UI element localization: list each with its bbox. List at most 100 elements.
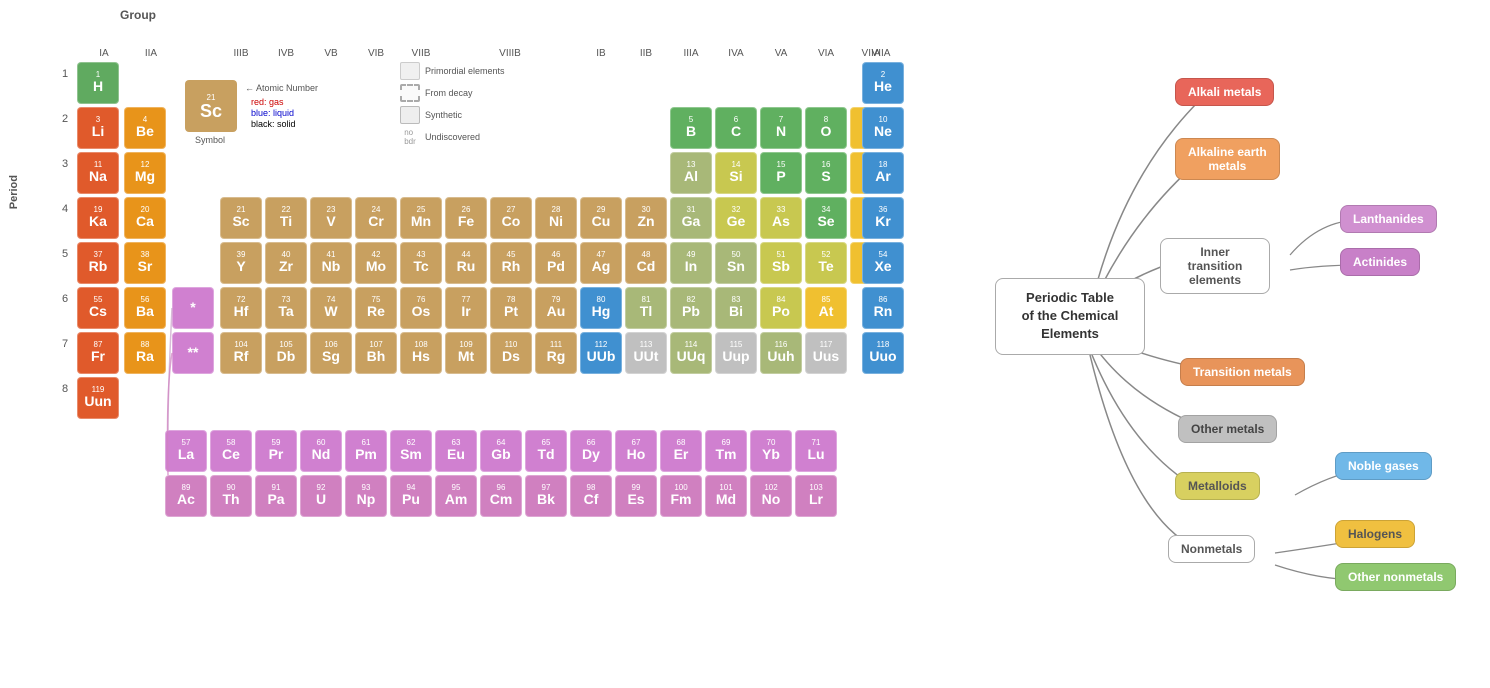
element-Tm[interactable]: 69Tm — [705, 430, 747, 472]
element-UUq[interactable]: 114UUq — [670, 332, 712, 374]
element-Eu[interactable]: 63Eu — [435, 430, 477, 472]
element-Ho[interactable]: 67Ho — [615, 430, 657, 472]
node-alkali-metals[interactable]: Alkali metals — [1175, 78, 1274, 106]
element-Lu[interactable]: 71Lu — [795, 430, 837, 472]
element-Po[interactable]: 84Po — [760, 287, 802, 329]
element-UUt[interactable]: 113UUt — [625, 332, 667, 374]
element-Au[interactable]: 79Au — [535, 287, 577, 329]
element-Bh[interactable]: 107Bh — [355, 332, 397, 374]
element-Co[interactable]: 27Co — [490, 197, 532, 239]
element-Na[interactable]: 11Na — [77, 152, 119, 194]
element-Mg[interactable]: 12Mg — [124, 152, 166, 194]
element-Cu[interactable]: 29Cu — [580, 197, 622, 239]
element-Fr[interactable]: 87Fr — [77, 332, 119, 374]
element-Uup[interactable]: 115Uup — [715, 332, 757, 374]
element-Cd[interactable]: 48Cd — [625, 242, 667, 284]
element-Y[interactable]: 39Y — [220, 242, 262, 284]
element-Re[interactable]: 75Re — [355, 287, 397, 329]
element-Pu[interactable]: 94Pu — [390, 475, 432, 517]
element-Sc[interactable]: 21Sc — [220, 197, 262, 239]
element-Os[interactable]: 76Os — [400, 287, 442, 329]
element-Ce[interactable]: 58Ce — [210, 430, 252, 472]
node-metalloids[interactable]: Metalloids — [1175, 472, 1260, 500]
element-Md[interactable]: 101Md — [705, 475, 747, 517]
element-Ar[interactable]: 18Ar — [862, 152, 904, 194]
element-Be[interactable]: 4Be — [124, 107, 166, 149]
element-Zr[interactable]: 40Zr — [265, 242, 307, 284]
element-Mo[interactable]: 42Mo — [355, 242, 397, 284]
element-Ba[interactable]: 56Ba — [124, 287, 166, 329]
element-Rh[interactable]: 45Rh — [490, 242, 532, 284]
element-N[interactable]: 7N — [760, 107, 802, 149]
element-Pb[interactable]: 82Pb — [670, 287, 712, 329]
element-Pa[interactable]: 91Pa — [255, 475, 297, 517]
element-Cs[interactable]: 55Cs — [77, 287, 119, 329]
element-Fe[interactable]: 26Fe — [445, 197, 487, 239]
element-Lr[interactable]: 103Lr — [795, 475, 837, 517]
element-Es[interactable]: 99Es — [615, 475, 657, 517]
element-Ge[interactable]: 32Ge — [715, 197, 757, 239]
element-Tl[interactable]: 81Tl — [625, 287, 667, 329]
element-Se[interactable]: 34Se — [805, 197, 847, 239]
element-La[interactable]: 57La — [165, 430, 207, 472]
element-Hf[interactable]: 72Hf — [220, 287, 262, 329]
center-node[interactable]: Periodic Tableof the ChemicalElements — [995, 278, 1145, 355]
element-Sn[interactable]: 50Sn — [715, 242, 757, 284]
element-Sm[interactable]: 62Sm — [390, 430, 432, 472]
node-other-nonmetals[interactable]: Other nonmetals — [1335, 563, 1456, 591]
element-No[interactable]: 102No — [750, 475, 792, 517]
element-Uun[interactable]: 119Uun — [77, 377, 119, 419]
element-C[interactable]: 6C — [715, 107, 757, 149]
element-Uus[interactable]: 117Uus — [805, 332, 847, 374]
element-Ka[interactable]: 19Ka — [77, 197, 119, 239]
node-halogens[interactable]: Halogens — [1335, 520, 1415, 548]
element-O[interactable]: 8O — [805, 107, 847, 149]
element-Rf[interactable]: 104Rf — [220, 332, 262, 374]
element-Er[interactable]: 68Er — [660, 430, 702, 472]
element-As[interactable]: 33As — [760, 197, 802, 239]
element-Uuh[interactable]: 116Uuh — [760, 332, 802, 374]
element-Gb[interactable]: 64Gb — [480, 430, 522, 472]
element-Ca[interactable]: 20Ca — [124, 197, 166, 239]
element-Hg[interactable]: 80Hg — [580, 287, 622, 329]
element-Rg[interactable]: 111Rg — [535, 332, 577, 374]
element-Ir[interactable]: 77Ir — [445, 287, 487, 329]
element-Ac[interactable]: 89Ac — [165, 475, 207, 517]
element-Te[interactable]: 52Te — [805, 242, 847, 284]
element-Pm[interactable]: 61Pm — [345, 430, 387, 472]
element-actinide-placeholder[interactable]: ** — [172, 332, 214, 374]
element-Ga[interactable]: 31Ga — [670, 197, 712, 239]
element-Am[interactable]: 95Am — [435, 475, 477, 517]
element-Kr[interactable]: 36Kr — [862, 197, 904, 239]
element-Cm[interactable]: 96Cm — [480, 475, 522, 517]
element-Ag[interactable]: 47Ag — [580, 242, 622, 284]
element-Bi[interactable]: 83Bi — [715, 287, 757, 329]
element-B[interactable]: 5B — [670, 107, 712, 149]
node-actinides[interactable]: Actinides — [1340, 248, 1420, 276]
element-V[interactable]: 23V — [310, 197, 352, 239]
element-U[interactable]: 92U — [300, 475, 342, 517]
element-Pt[interactable]: 78Pt — [490, 287, 532, 329]
element-lanthanide-placeholder[interactable]: * — [172, 287, 214, 329]
element-Nd[interactable]: 60Nd — [300, 430, 342, 472]
element-Zn[interactable]: 30Zn — [625, 197, 667, 239]
element-Xe[interactable]: 54Xe — [862, 242, 904, 284]
element-Yb[interactable]: 70Yb — [750, 430, 792, 472]
node-alkaline-earth[interactable]: Alkaline earthmetals — [1175, 138, 1280, 180]
element-Bk[interactable]: 97Bk — [525, 475, 567, 517]
element-Td[interactable]: 65Td — [525, 430, 567, 472]
element-Cf[interactable]: 98Cf — [570, 475, 612, 517]
element-Th[interactable]: 90Th — [210, 475, 252, 517]
element-Tc[interactable]: 43Tc — [400, 242, 442, 284]
element-Sb[interactable]: 51Sb — [760, 242, 802, 284]
element-Ta[interactable]: 73Ta — [265, 287, 307, 329]
element-Ti[interactable]: 22Ti — [265, 197, 307, 239]
element-Dy[interactable]: 66Dy — [570, 430, 612, 472]
element-Ne[interactable]: 10Ne — [862, 107, 904, 149]
element-Rb[interactable]: 37Rb — [77, 242, 119, 284]
element-Pd[interactable]: 46Pd — [535, 242, 577, 284]
node-noble-gases[interactable]: Noble gases — [1335, 452, 1432, 480]
element-P[interactable]: 15P — [760, 152, 802, 194]
element-Mt[interactable]: 109Mt — [445, 332, 487, 374]
element-Uuo[interactable]: 118Uuo — [862, 332, 904, 374]
